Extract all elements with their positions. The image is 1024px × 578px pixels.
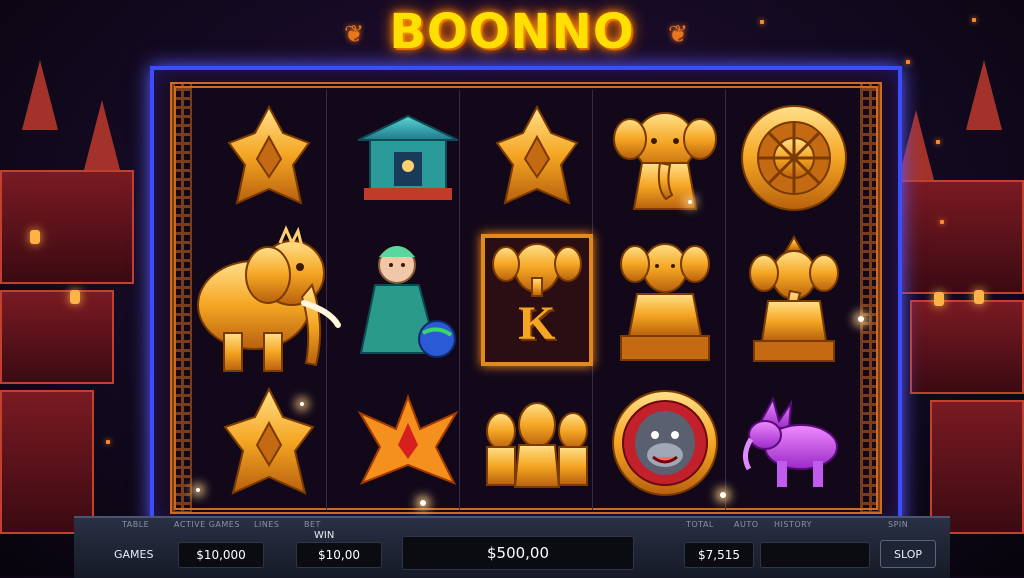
letter-k: K [518,297,556,350]
reel-cell[interactable] [344,375,473,510]
game-title: BOONNO [389,4,635,60]
temple-tier [0,290,114,384]
reel-frame: K [150,66,902,528]
jackpot-display: $500,00 [402,536,634,570]
ember-effect [972,18,976,22]
temple-tier [910,300,1024,394]
golden-buddha-statue-icon [620,243,711,361]
reel-cell[interactable] [730,225,859,375]
golden-elephant-icon [613,111,718,210]
sparkle-effect [720,492,726,498]
diamond-shield-icon [223,386,315,495]
temple-tier [890,180,1024,294]
reel-grid[interactable]: K [194,90,858,510]
ember-effect [906,60,910,64]
tiny-label: BET [304,520,321,529]
orange-star-icon [357,393,459,485]
tiny-label: ACTIVE GAMES [174,520,240,529]
autoplay-display[interactable] [760,542,870,568]
tiny-label: TABLE [122,520,150,529]
temple-tier [0,170,134,284]
title-ornament-right-icon: ❦ [668,20,689,48]
reel-cell[interactable]: K [473,225,602,375]
games-label: GAMES [114,548,154,561]
sparkle-effect [858,316,864,322]
reel-cell[interactable] [601,375,730,510]
fret-pattern-left [172,82,192,514]
sparkle-effect [420,500,426,506]
tiny-label: TOTAL [686,520,714,529]
balance-display: $10,000 [178,542,264,568]
slop-button[interactable]: SLOP [880,540,936,568]
sparkle-effect [300,402,304,406]
lamp-icon [30,230,40,244]
lamp-icon [70,290,80,304]
monkey-medallion-icon [612,389,719,496]
lamp-icon [934,292,944,306]
ember-effect [936,140,940,144]
temple-tier [930,400,1024,534]
control-bar: TABLE ACTIVE GAMES LINES BET TOTAL AUTO … [74,516,950,578]
win-label: WIN [314,530,335,541]
reel-cell[interactable] [601,225,730,375]
elephant-head-icon [491,243,582,297]
temple-spire [84,100,120,170]
reel-cell[interactable] [194,375,344,510]
ember-effect [940,220,944,224]
tiny-label: AUTO [734,520,759,529]
diamond-shield-icon [227,104,311,205]
temple-shrine-icon [357,114,459,200]
fret-pattern-right [860,82,880,514]
reel-cell[interactable] [344,225,473,375]
reel-cell[interactable] [473,90,602,225]
ember-effect [760,20,764,24]
left-temple-decoration [0,60,150,540]
temple-spire [966,60,1002,130]
reel-cell[interactable] [730,90,859,225]
sparkle-effect [196,488,200,492]
lamp-icon [974,290,984,304]
goddess-with-orb-icon [360,246,457,358]
diamond-shield-icon [495,104,579,205]
reel-cell[interactable] [194,225,344,375]
tiny-label: LINES [254,520,280,529]
ember-effect [106,440,110,444]
tiny-label: HISTORY [774,520,813,529]
tiny-label: SPIN [888,520,909,529]
golden-chakra-wheel-icon [740,104,847,211]
purple-dragon-elephant-icon [742,395,838,487]
temple-tier [0,390,94,534]
bet-display[interactable]: $7,515 [684,542,754,568]
temple-spire [898,110,934,180]
golden-elephant-large-icon [197,225,341,372]
twin-elephant-ganesha-icon [485,401,588,488]
win-display: $10,00 [296,542,382,568]
temple-spire [22,60,58,130]
reel-cell[interactable] [344,90,473,225]
reel-cell[interactable] [194,90,344,225]
ganesha-statue-icon [748,235,839,362]
reel-cell[interactable] [730,375,859,510]
sparkle-effect [688,200,692,204]
letter-k-elephant-symbol: K [480,234,593,366]
reel-cell[interactable] [473,375,602,510]
reel-cell[interactable] [601,90,730,225]
